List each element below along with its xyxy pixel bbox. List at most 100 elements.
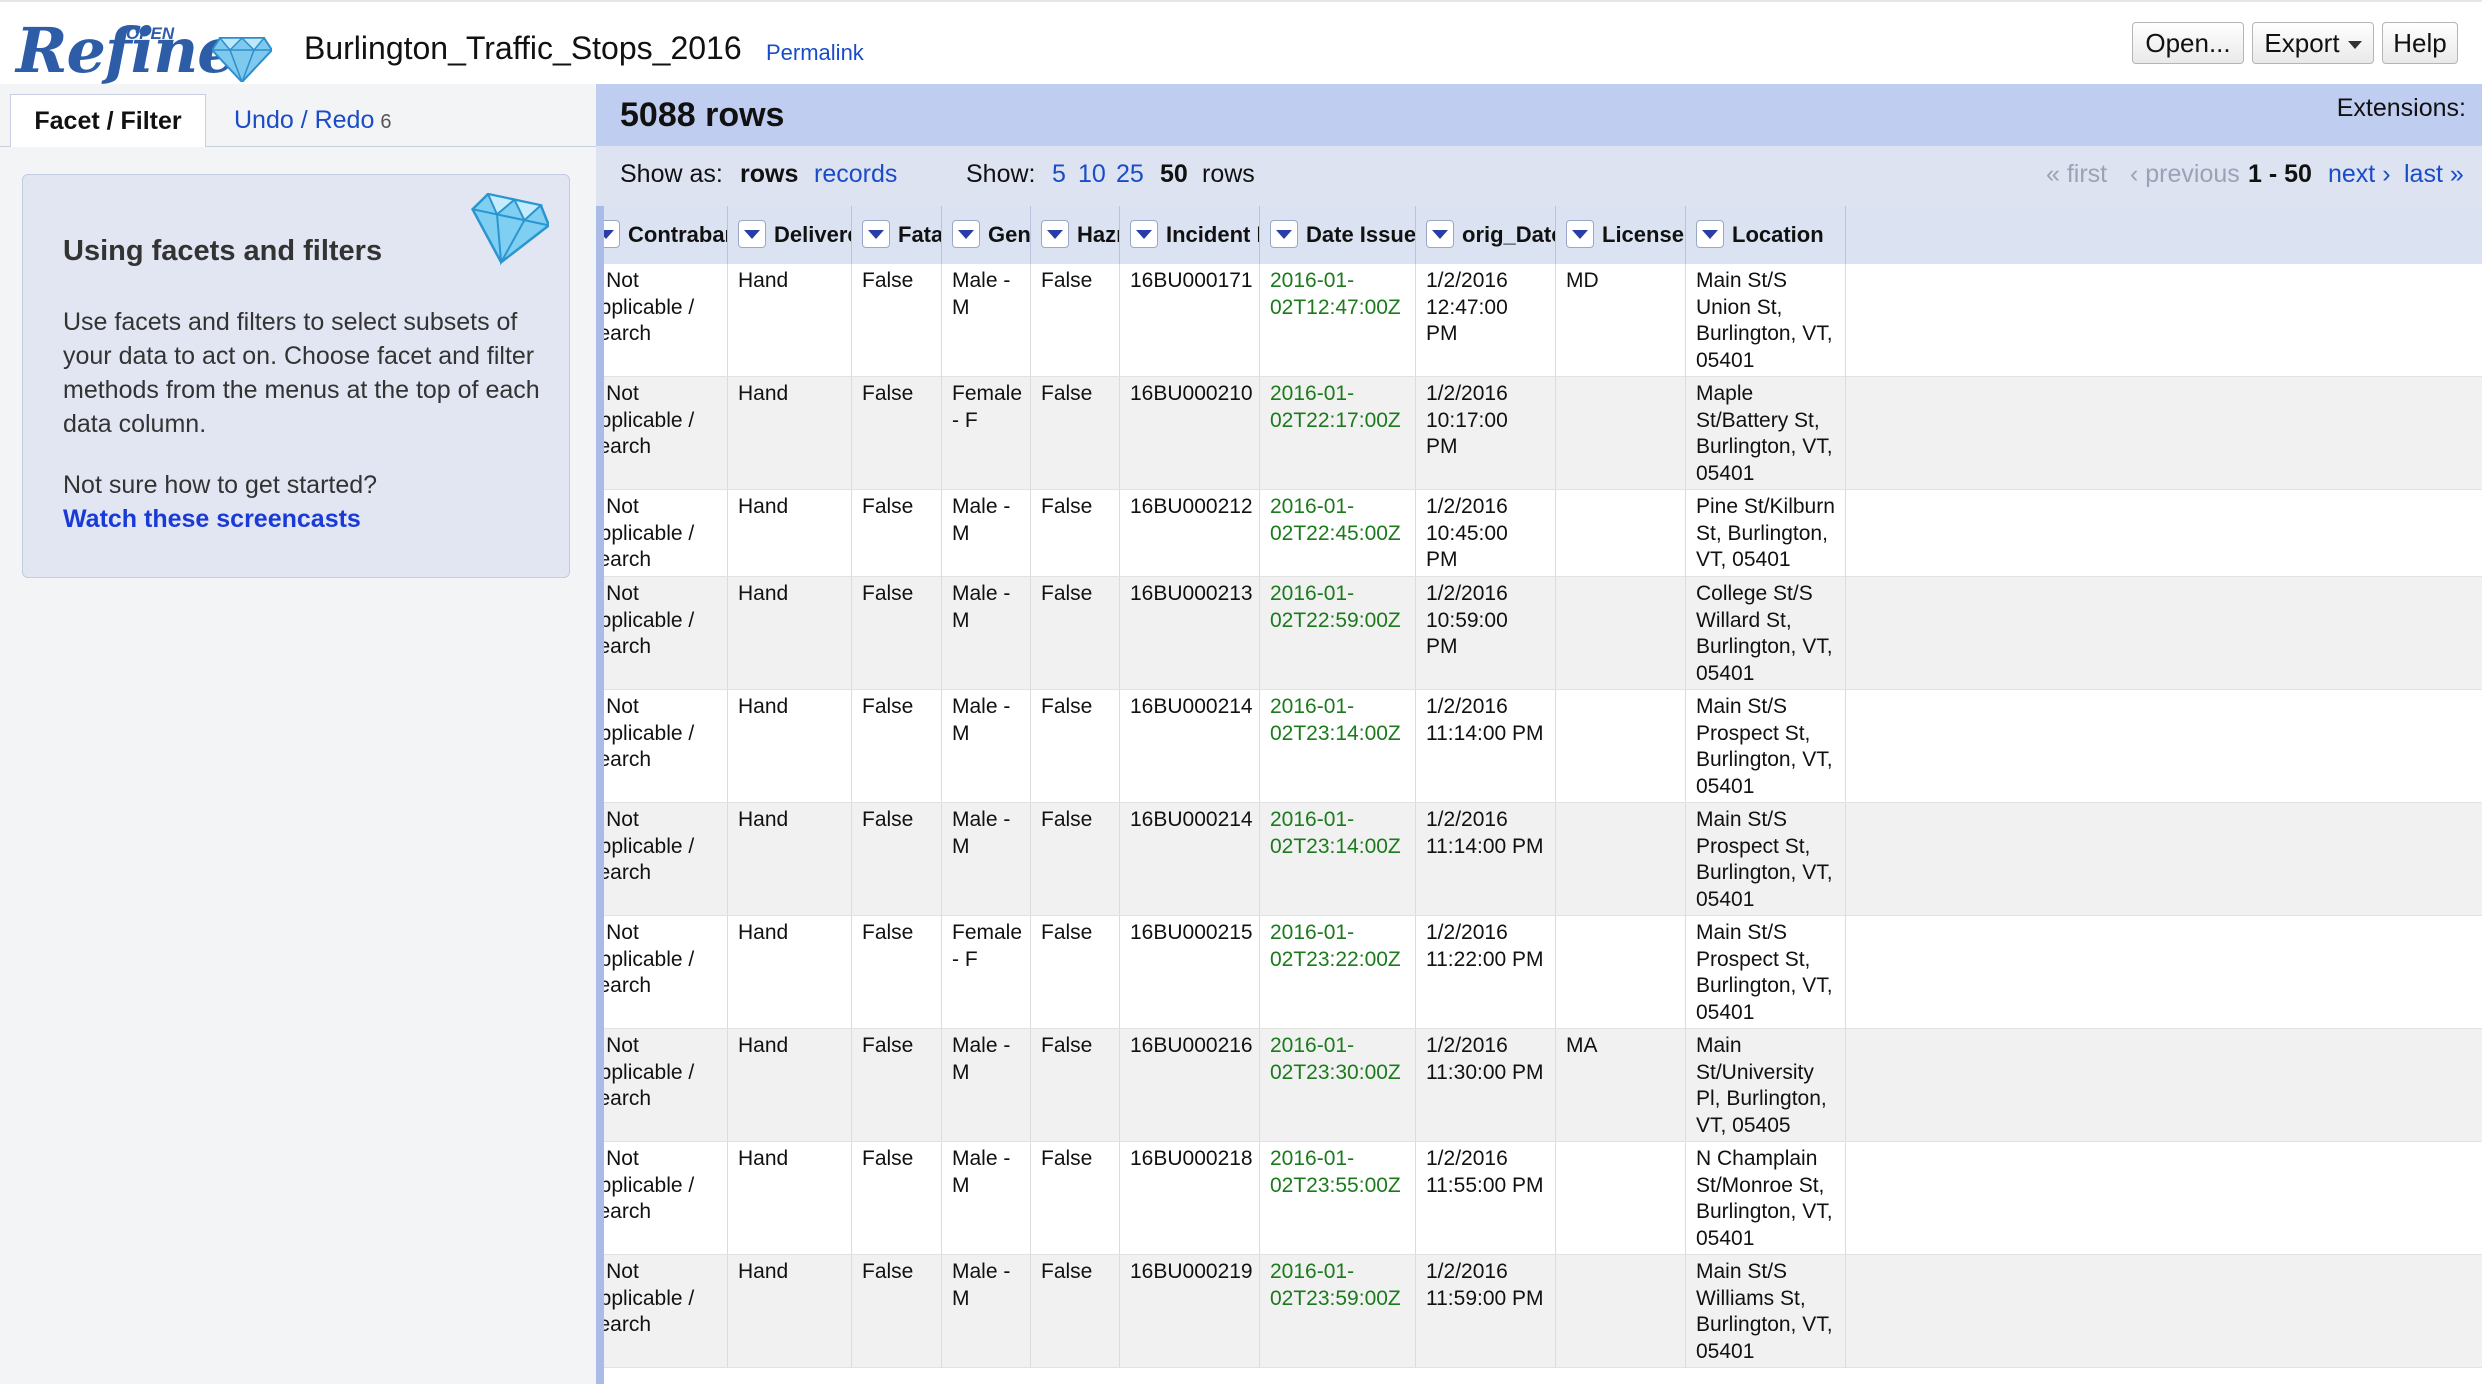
cell-incident-number[interactable]: 16BU000214 bbox=[1120, 803, 1260, 915]
cell-hazmat[interactable]: False bbox=[1031, 1142, 1120, 1254]
column-header-hazmat[interactable]: Hazmat bbox=[1031, 206, 1120, 264]
cell-delivered-by[interactable]: Hand bbox=[728, 1255, 852, 1367]
cell-fatality[interactable]: False bbox=[852, 264, 942, 376]
cell-date-issued[interactable]: 2016-01-02T23:22:00Z bbox=[1260, 916, 1416, 1028]
cell-fatality[interactable]: False bbox=[852, 690, 942, 802]
cell-delivered-by[interactable]: Hand bbox=[728, 377, 852, 489]
first-page-link[interactable]: « first bbox=[2046, 160, 2107, 189]
openrefine-logo[interactable]: Refine OPEN bbox=[14, 8, 284, 87]
cell-fatality[interactable]: False bbox=[852, 377, 942, 489]
cell-gender[interactable]: Male - M bbox=[942, 264, 1031, 376]
cell-contraband[interactable]: = Not applicable / search bbox=[604, 1142, 728, 1254]
cell-hazmat[interactable]: False bbox=[1031, 490, 1120, 576]
extensions-menu[interactable]: Extensions: bbox=[2337, 94, 2466, 123]
cell-contraband[interactable]: = Not applicable / search bbox=[604, 916, 728, 1028]
cell-contraband[interactable]: = Not applicable / search bbox=[604, 803, 728, 915]
cell-orig-date-issued[interactable]: 1/2/2016 11:30:00 PM bbox=[1416, 1029, 1556, 1141]
cell-license-state[interactable] bbox=[1556, 803, 1686, 915]
cell-incident-number[interactable]: 16BU000214 bbox=[1120, 690, 1260, 802]
cell-incident-number[interactable]: 16BU000216 bbox=[1120, 1029, 1260, 1141]
cell-delivered-by[interactable]: Hand bbox=[728, 690, 852, 802]
cell-hazmat[interactable]: False bbox=[1031, 577, 1120, 689]
column-menu-dropdown-icon[interactable] bbox=[604, 220, 620, 249]
cell-orig-date-issued[interactable]: 1/2/2016 11:14:00 PM bbox=[1416, 803, 1556, 915]
cell-hazmat[interactable]: False bbox=[1031, 1255, 1120, 1367]
column-menu-dropdown-icon[interactable] bbox=[1426, 220, 1454, 249]
cell-orig-date-issued[interactable]: 1/2/2016 10:59:00 PM bbox=[1416, 577, 1556, 689]
column-header-orig-date-issued[interactable]: orig_Date_Issued bbox=[1416, 206, 1556, 264]
cell-date-issued[interactable]: 2016-01-02T22:59:00Z bbox=[1260, 577, 1416, 689]
page-size-50[interactable]: 50 bbox=[1160, 160, 1188, 189]
cell-contraband[interactable]: = Not applicable / search bbox=[604, 264, 728, 376]
column-menu-dropdown-icon[interactable] bbox=[862, 220, 890, 249]
cell-license-state[interactable] bbox=[1556, 377, 1686, 489]
cell-license-state[interactable] bbox=[1556, 1255, 1686, 1367]
cell-gender[interactable]: Male - M bbox=[942, 803, 1031, 915]
cell-orig-date-issued[interactable]: 1/2/2016 11:14:00 PM bbox=[1416, 690, 1556, 802]
cell-hazmat[interactable]: False bbox=[1031, 803, 1120, 915]
cell-date-issued[interactable]: 2016-01-02T12:47:00Z bbox=[1260, 264, 1416, 376]
cell-gender[interactable]: Male - M bbox=[942, 1255, 1031, 1367]
column-header-gender[interactable]: Gender bbox=[942, 206, 1031, 264]
cell-date-issued[interactable]: 2016-01-02T23:14:00Z bbox=[1260, 803, 1416, 915]
cell-hazmat[interactable]: False bbox=[1031, 264, 1120, 376]
cell-contraband[interactable]: = Not applicable / search bbox=[604, 1255, 728, 1367]
cell-fatality[interactable]: False bbox=[852, 1142, 942, 1254]
cell-location[interactable]: Main St/S Prospect St, Burlington, VT, 0… bbox=[1686, 690, 1846, 802]
cell-delivered-by[interactable]: Hand bbox=[728, 1029, 852, 1141]
cell-fatality[interactable]: False bbox=[852, 577, 942, 689]
cell-location[interactable]: Main St/University Pl, Burlington, VT, 0… bbox=[1686, 1029, 1846, 1141]
column-menu-dropdown-icon[interactable] bbox=[738, 220, 766, 249]
cell-orig-date-issued[interactable]: 1/2/2016 12:47:00 PM bbox=[1416, 264, 1556, 376]
column-header-contraband[interactable]: Contraband Evidence bbox=[604, 206, 728, 264]
cell-hazmat[interactable]: False bbox=[1031, 1029, 1120, 1141]
column-header-license-state[interactable]: License State bbox=[1556, 206, 1686, 264]
cell-date-issued[interactable]: 2016-01-02T23:30:00Z bbox=[1260, 1029, 1416, 1141]
cell-orig-date-issued[interactable]: 1/2/2016 10:45:00 PM bbox=[1416, 490, 1556, 576]
cell-license-state[interactable]: MD bbox=[1556, 264, 1686, 376]
cell-fatality[interactable]: False bbox=[852, 1255, 942, 1367]
cell-gender[interactable]: Male - M bbox=[942, 1029, 1031, 1141]
cell-date-issued[interactable]: 2016-01-02T23:55:00Z bbox=[1260, 1142, 1416, 1254]
cell-license-state[interactable] bbox=[1556, 577, 1686, 689]
cell-gender[interactable]: Male - M bbox=[942, 577, 1031, 689]
cell-contraband[interactable]: = Not applicable / search bbox=[604, 377, 728, 489]
cell-location[interactable]: Main St/S Williams St, Burlington, VT, 0… bbox=[1686, 1255, 1846, 1367]
cell-location[interactable]: Maple St/Battery St, Burlington, VT, 054… bbox=[1686, 377, 1846, 489]
cell-gender[interactable]: Female - F bbox=[942, 916, 1031, 1028]
previous-page-link[interactable]: ‹ previous bbox=[2130, 160, 2240, 189]
screencasts-link[interactable]: Watch these screencasts bbox=[63, 505, 361, 534]
cell-incident-number[interactable]: 16BU000171 bbox=[1120, 264, 1260, 376]
cell-location[interactable]: Main St/S Prospect St, Burlington, VT, 0… bbox=[1686, 916, 1846, 1028]
cell-hazmat[interactable]: False bbox=[1031, 690, 1120, 802]
cell-fatality[interactable]: False bbox=[852, 1029, 942, 1141]
cell-date-issued[interactable]: 2016-01-02T23:14:00Z bbox=[1260, 690, 1416, 802]
cell-fatality[interactable]: False bbox=[852, 803, 942, 915]
cell-delivered-by[interactable]: Hand bbox=[728, 577, 852, 689]
column-menu-dropdown-icon[interactable] bbox=[1566, 220, 1594, 249]
cell-gender[interactable]: Male - M bbox=[942, 1142, 1031, 1254]
column-header-delivered-by[interactable]: Delivered By bbox=[728, 206, 852, 264]
cell-orig-date-issued[interactable]: 1/2/2016 11:22:00 PM bbox=[1416, 916, 1556, 1028]
column-menu-dropdown-icon[interactable] bbox=[1041, 220, 1069, 249]
next-page-link[interactable]: next › bbox=[2328, 160, 2391, 189]
cell-delivered-by[interactable]: Hand bbox=[728, 803, 852, 915]
show-as-records-link[interactable]: records bbox=[814, 160, 897, 189]
cell-fatality[interactable]: False bbox=[852, 916, 942, 1028]
cell-gender[interactable]: Female - F bbox=[942, 377, 1031, 489]
last-page-link[interactable]: last » bbox=[2404, 160, 2464, 189]
cell-location[interactable]: Pine St/Kilburn St, Burlington, VT, 0540… bbox=[1686, 490, 1846, 576]
cell-incident-number[interactable]: 16BU000219 bbox=[1120, 1255, 1260, 1367]
column-header-incident-number[interactable]: Incident Number bbox=[1120, 206, 1260, 264]
cell-location[interactable]: College St/S Willard St, Burlington, VT,… bbox=[1686, 577, 1846, 689]
open-button[interactable]: Open... bbox=[2132, 22, 2244, 64]
cell-contraband[interactable]: = Not applicable / search bbox=[604, 690, 728, 802]
cell-orig-date-issued[interactable]: 1/2/2016 11:59:00 PM bbox=[1416, 1255, 1556, 1367]
cell-date-issued[interactable]: 2016-01-02T22:45:00Z bbox=[1260, 490, 1416, 576]
column-menu-dropdown-icon[interactable] bbox=[1130, 220, 1158, 249]
cell-contraband[interactable]: = Not applicable / search bbox=[604, 577, 728, 689]
cell-gender[interactable]: Male - M bbox=[942, 490, 1031, 576]
cell-license-state[interactable] bbox=[1556, 1142, 1686, 1254]
cell-incident-number[interactable]: 16BU000210 bbox=[1120, 377, 1260, 489]
cell-date-issued[interactable]: 2016-01-02T23:59:00Z bbox=[1260, 1255, 1416, 1367]
